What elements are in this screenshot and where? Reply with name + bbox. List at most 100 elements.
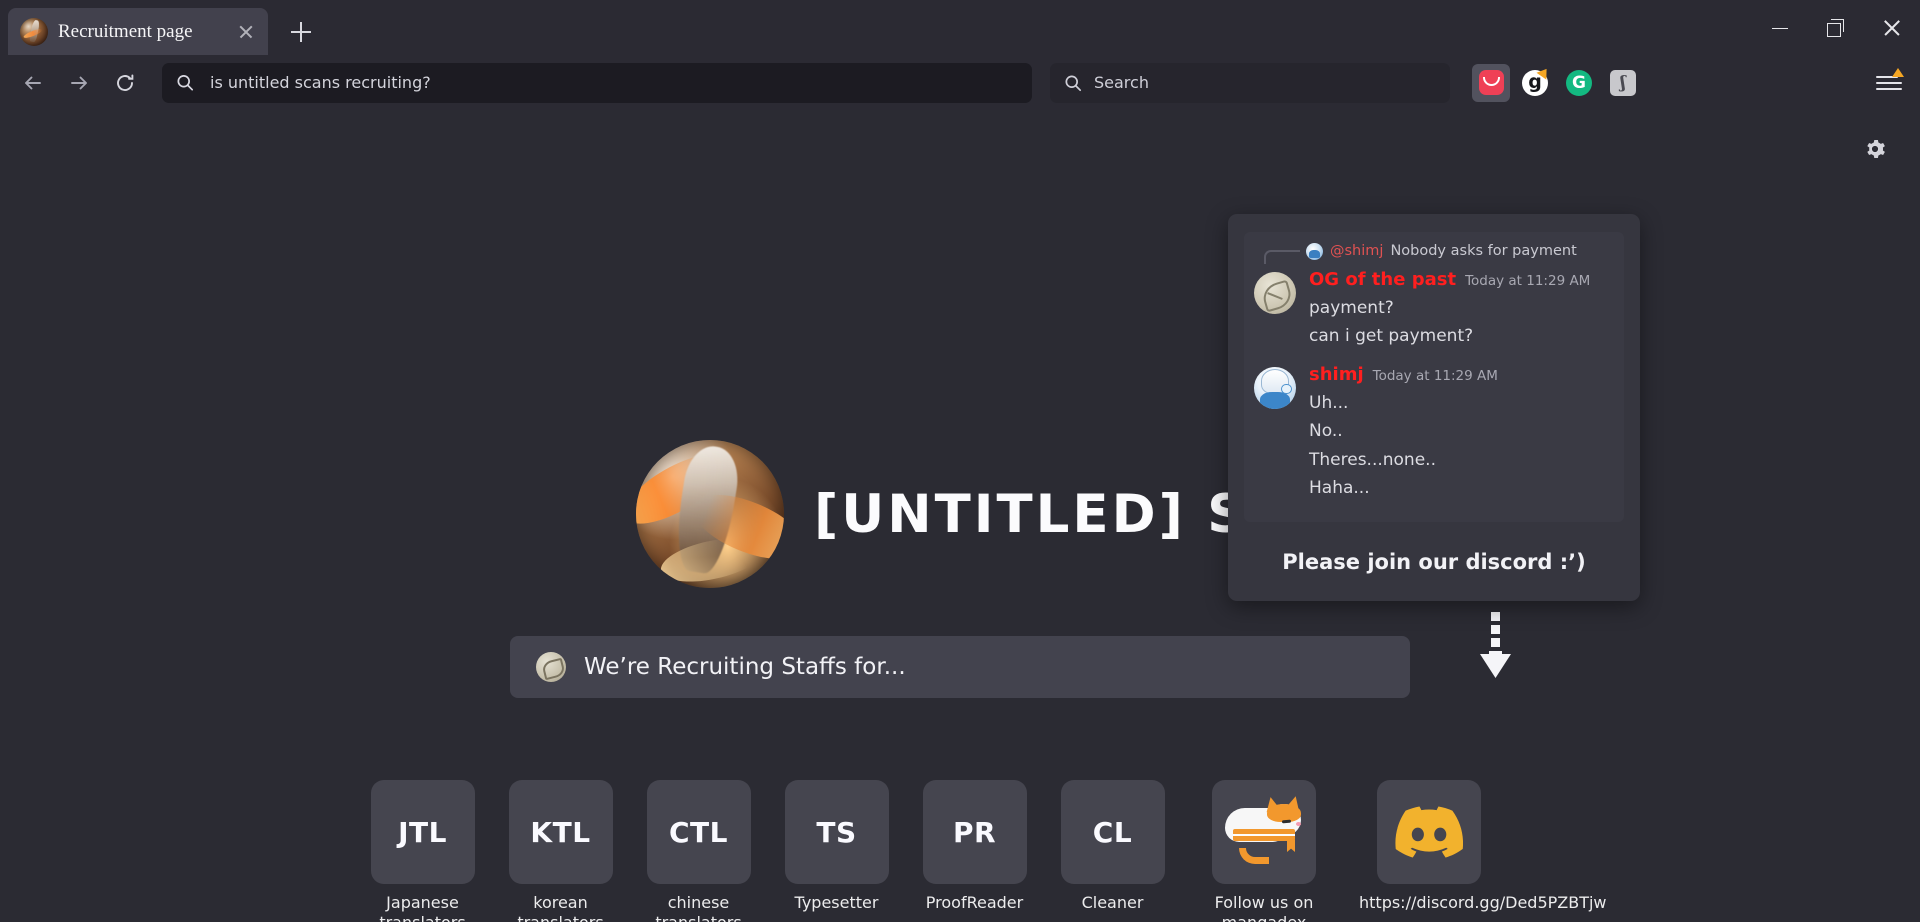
recruiting-banner: We’re Recruiting Staffs for... — [510, 636, 1410, 698]
url-bar[interactable]: is untitled scans recruiting? — [162, 62, 1032, 103]
role-tile-ktl[interactable]: KTL — [508, 780, 613, 884]
role-tile-ts[interactable]: TS — [784, 780, 889, 884]
browser-chrome: Recruitment page is untitled scans recru… — [0, 0, 1920, 110]
browser-tab-recruitment-page[interactable]: Recruitment page — [8, 8, 268, 55]
app-menu-button[interactable] — [1868, 62, 1910, 104]
minimize-icon — [1771, 19, 1789, 37]
message-body: OG of the past Today at 11:29 AM payment… — [1309, 269, 1614, 347]
role-card-ts: TS Typesetter URGENT — [782, 780, 890, 922]
close-icon — [1883, 19, 1901, 37]
message-author: OG of the past — [1309, 269, 1457, 290]
minimize-window-button[interactable] — [1752, 5, 1808, 51]
reply-text: Nobody asks for payment — [1390, 243, 1577, 259]
new-tab-button[interactable] — [282, 13, 320, 51]
role-abbr: PR — [952, 815, 997, 849]
url-bar-input[interactable]: is untitled scans recruiting? — [210, 73, 431, 92]
search-input[interactable]: Search — [1094, 73, 1149, 92]
message-line: Theres...none.. — [1309, 449, 1436, 470]
reload-icon — [117, 73, 134, 91]
tab-strip: Recruitment page — [0, 0, 1920, 55]
role-abbr: CTL — [669, 815, 728, 849]
message-line: Uh... — [1309, 392, 1349, 413]
discord-tile[interactable] — [1377, 780, 1481, 884]
arrow-svg — [1480, 612, 1511, 678]
tab-title: Recruitment page — [58, 20, 193, 42]
role-card-ctl: CTL chinese translators — [646, 780, 751, 922]
message-line: payment? — [1309, 298, 1394, 318]
close-window-button[interactable] — [1864, 5, 1920, 51]
role-label: Cleaner — [1081, 893, 1144, 912]
reply-mention: @shimj — [1330, 243, 1384, 259]
reply-avatar-icon — [1306, 242, 1323, 260]
close-tab-icon[interactable] — [234, 20, 258, 44]
discord-popup-footer: Please join our discord :’) — [1282, 550, 1586, 574]
role-abbr: JTL — [398, 815, 447, 849]
grammarly-green-icon[interactable] — [1560, 64, 1598, 102]
recruiting-banner-text: We’re Recruiting Staffs for... — [584, 654, 906, 680]
back-button[interactable] — [12, 62, 54, 104]
mangadex-label: Follow us on mangadex — [1214, 893, 1314, 922]
discord-message-panel: @shimj Nobody asks for payment OG of the… — [1244, 232, 1624, 522]
page-content: [UNTITLED] SCANS We’re Recruiting Staffs… — [0, 110, 1920, 922]
discord-message: shimj Today at 11:29 AM Uh... No.. There… — [1254, 364, 1614, 499]
role-tile-cl[interactable]: CL — [1060, 780, 1165, 884]
roles-row: JTL Japanese translators KTL korean tran… — [370, 780, 1607, 922]
message-header: shimj Today at 11:29 AM — [1309, 364, 1614, 385]
grammarly-glyph — [1522, 69, 1548, 96]
hamburger-menu-icon — [1876, 67, 1904, 94]
discord-icon — [1395, 806, 1464, 858]
role-tile-pr[interactable]: PR — [922, 780, 1027, 884]
forward-arrow-icon — [71, 76, 87, 89]
role-card-cl: CL Cleaner — [1060, 780, 1165, 920]
message-line: No.. — [1309, 421, 1343, 442]
dashed-down-arrow-icon — [1478, 610, 1512, 682]
message-author: shimj — [1309, 363, 1364, 385]
role-label: chinese translators — [655, 893, 741, 922]
role-card-ktl: KTL korean translators URGENT — [508, 780, 613, 922]
puzzle-extension-icon[interactable] — [1604, 64, 1642, 102]
role-label: ProofReader — [925, 893, 1024, 912]
link-card-discord: https://discord.gg/Ded5PZBTjw — [1359, 780, 1607, 913]
link-card-mangadex: Follow us on mangadex — [1198, 780, 1330, 922]
avatar-shimj — [1254, 366, 1296, 409]
role-label: korean translators — [517, 893, 603, 922]
discord-screenshot-popup: @shimj Nobody asks for payment OG of the… — [1228, 214, 1640, 601]
role-abbr: CL — [1092, 815, 1133, 849]
message-timestamp: Today at 11:29 AM — [1372, 367, 1498, 384]
discord-glyph — [1395, 806, 1464, 858]
avatar-og-of-the-past — [1254, 272, 1296, 314]
discord-message: OG of the past Today at 11:29 AM payment… — [1254, 269, 1614, 347]
search-icon — [1065, 74, 1082, 91]
restore-icon — [1827, 18, 1845, 37]
message-body: shimj Today at 11:29 AM Uh... No.. There… — [1309, 364, 1614, 499]
role-tile-ctl[interactable]: CTL — [646, 780, 751, 884]
puzzle-glyph — [1610, 69, 1636, 96]
message-line: can i get payment? — [1309, 326, 1474, 347]
mangadex-tile[interactable] — [1212, 780, 1316, 884]
tab-favicon-dragon — [20, 17, 48, 46]
gear-icon — [1867, 140, 1885, 158]
role-card-pr: PR ProofReader URGENT — [920, 780, 1028, 922]
search-bar[interactable]: Search — [1050, 62, 1450, 103]
discord-reply-reference: @shimj Nobody asks for payment — [1264, 240, 1614, 264]
coin-emoji-icon — [536, 652, 566, 682]
brand-logo-dragon — [636, 440, 784, 588]
message-timestamp: Today at 11:29 AM — [1465, 273, 1591, 289]
reload-button[interactable] — [104, 62, 146, 104]
pocket-icon[interactable] — [1472, 63, 1510, 102]
role-label: Typesetter — [794, 893, 879, 912]
pocket-glyph — [1478, 70, 1504, 95]
role-card-jtl: JTL Japanese translators — [370, 780, 475, 922]
forward-button[interactable] — [58, 62, 100, 104]
restore-window-button[interactable] — [1808, 5, 1864, 51]
search-icon — [177, 74, 194, 91]
grammarly-icon[interactable] — [1516, 64, 1554, 102]
back-arrow-icon — [25, 76, 41, 89]
role-tile-jtl[interactable]: JTL — [370, 780, 475, 884]
extensions-toolbar — [1472, 63, 1642, 102]
role-abbr: KTL — [530, 815, 591, 849]
settings-button[interactable] — [1858, 132, 1892, 166]
role-label: Japanese translators — [379, 893, 465, 922]
message-header: OG of the past Today at 11:29 AM — [1309, 269, 1614, 290]
message-line: Haha... — [1309, 477, 1370, 498]
